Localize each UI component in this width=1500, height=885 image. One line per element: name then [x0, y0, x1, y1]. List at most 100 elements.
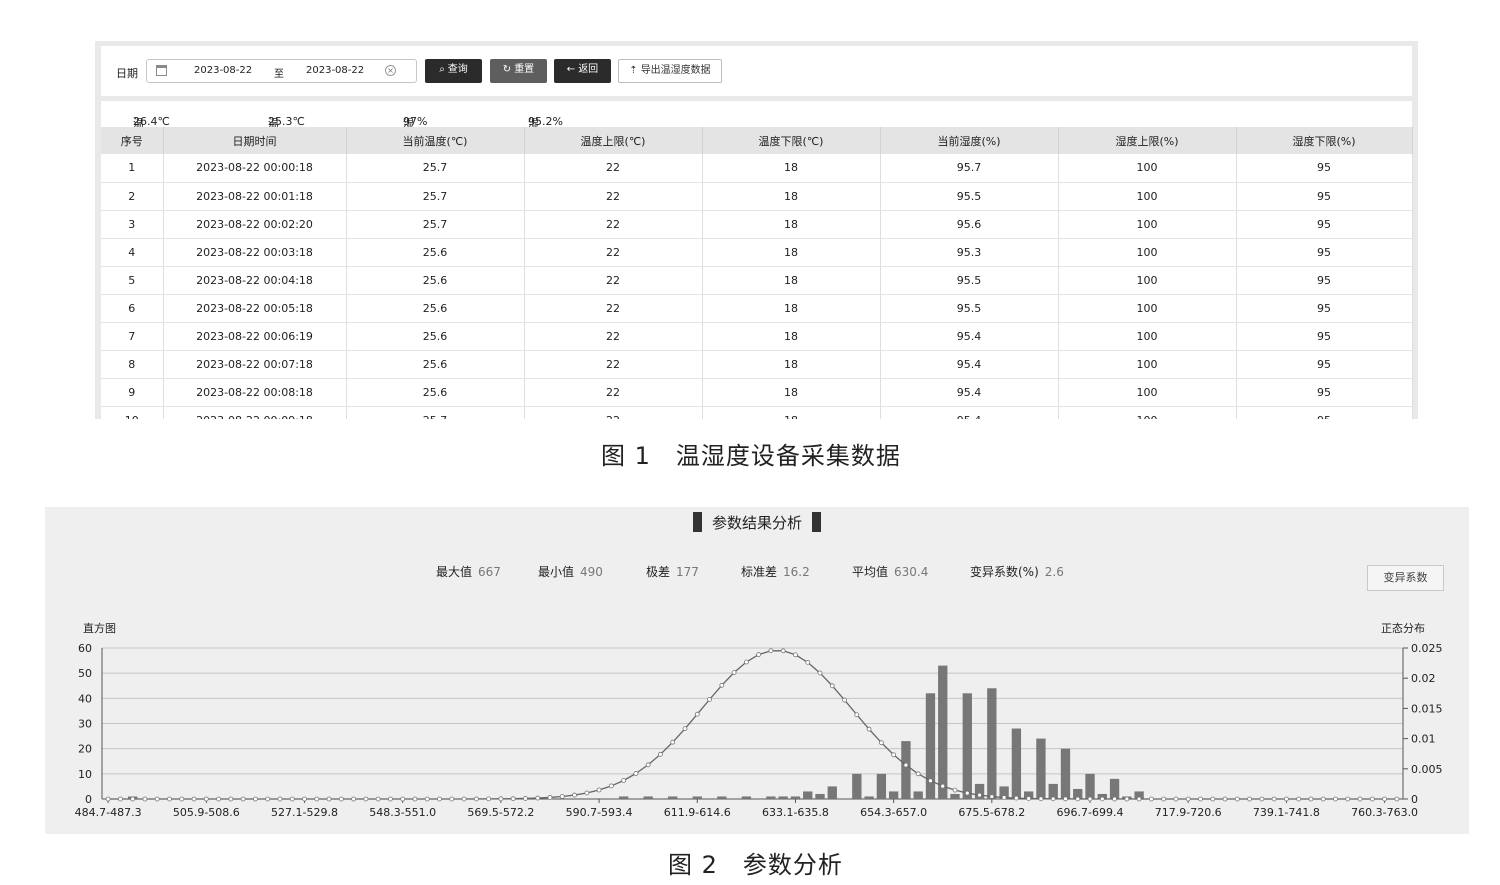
table-cell: 25.6	[346, 294, 525, 323]
table-cell: 25.6	[346, 378, 525, 407]
table-cell: 2023-08-22 00:01:18	[163, 182, 347, 211]
curve-point	[388, 796, 393, 802]
curve-point	[203, 796, 209, 802]
curve-point	[240, 796, 246, 802]
x-tick-label: 484.7-487.3	[75, 806, 142, 819]
table-cell: 22	[524, 350, 703, 379]
table-row[interactable]: 2 2023-08-22 00:01:18 25.7 22 18 95.5 100 95	[101, 182, 1413, 211]
curve-point	[1234, 796, 1240, 802]
reset-button[interactable]: ↻ 重置	[490, 59, 547, 83]
curve-point	[928, 778, 933, 784]
table-cell: 100	[1058, 210, 1237, 239]
curve-point	[891, 752, 897, 758]
table-cell: 95	[1236, 378, 1413, 407]
table-cell: 2023-08-22 00:00:18	[163, 154, 347, 183]
export-button[interactable]: ⇡ 导出温湿度数据	[618, 59, 722, 83]
back-button[interactable]: ← 返回	[554, 59, 611, 83]
table-cell: 2023-08-22 00:09:18	[163, 406, 347, 419]
curve-point	[1099, 796, 1105, 802]
table-cell: 25.7	[346, 210, 525, 239]
query-button[interactable]: ⌕ 查询	[425, 59, 482, 83]
query-button-label: 查询	[447, 64, 468, 75]
curve-point	[756, 652, 762, 657]
table-row[interactable]: 102023-08-22 00:09:1825.7221895.410095	[101, 406, 1413, 419]
y-tick-label: 50	[78, 667, 92, 680]
table-cell: 18	[702, 350, 881, 379]
column-header: 湿度上限(%)	[1058, 127, 1237, 154]
table-row[interactable]: 6 2023-08-22 00:05:18 25.6 22 18 95.5 100 95	[101, 294, 1413, 323]
x-tick-label: 590.7-593.4	[566, 806, 633, 819]
table-cell: 100	[1058, 378, 1237, 407]
curve-point	[412, 796, 418, 802]
curve-point	[559, 794, 565, 799]
histogram-bar	[827, 786, 837, 799]
table-row[interactable]: 7 2023-08-22 00:06:19 25.6 22 18 95.4 100 95	[101, 322, 1413, 351]
curve-point	[878, 740, 884, 746]
curve-point	[265, 796, 271, 802]
histogram-bar	[913, 791, 923, 799]
histogram-bar	[643, 796, 653, 799]
curve-point	[1038, 796, 1044, 802]
table-row[interactable]: 4 2023-08-22 00:03:18 25.6 22 18 95.3 100 95	[101, 238, 1413, 267]
table-row[interactable]: 5 2023-08-22 00:04:18 25.6 22 18 95.5 100 95	[101, 266, 1413, 295]
table-cell: 25.7	[346, 182, 525, 211]
start-date-input[interactable]: 2023-08-22	[194, 65, 252, 76]
curve-point	[572, 792, 577, 798]
table-cell: 22	[524, 154, 703, 183]
curve-point	[1369, 796, 1375, 802]
x-tick-label: 569.5-572.2	[467, 806, 534, 819]
curve-point	[1394, 796, 1400, 802]
table-cell: 95	[1236, 210, 1413, 239]
curve-point	[682, 726, 688, 732]
curve-point	[989, 794, 995, 799]
histogram-bar	[950, 793, 960, 799]
curve-point	[216, 796, 221, 802]
curve-point	[1063, 796, 1068, 802]
curve-point	[719, 682, 725, 688]
clear-icon[interactable]: ×	[385, 65, 396, 76]
histogram-bar	[790, 796, 801, 799]
histogram-bar	[938, 665, 948, 799]
curve-point	[400, 796, 406, 802]
table-cell: 100	[1058, 294, 1237, 323]
y2-tick-label: 0.02	[1411, 672, 1436, 685]
upload-icon: ⇡	[629, 65, 638, 76]
table-cell: 25.6	[346, 322, 525, 351]
curve-point	[596, 787, 602, 793]
curve-point	[1247, 796, 1252, 802]
table-cell: 100	[1058, 406, 1237, 419]
histogram-bar	[962, 693, 972, 799]
curve-point	[314, 796, 320, 802]
table-cell: 25.7	[346, 154, 525, 183]
curve-point	[903, 762, 909, 768]
refresh-icon: ↻	[502, 64, 512, 75]
curve-point	[1210, 796, 1216, 802]
table-row[interactable]: 8 2023-08-22 00:07:18 25.6 22 18 95.4 100 95	[101, 350, 1413, 379]
x-tick-label: 717.9-720.6	[1155, 806, 1222, 819]
curve-point	[805, 659, 811, 665]
date-range-picker[interactable]: 2023-08-22 至 2023-08-22 ×	[146, 59, 417, 83]
table-row[interactable]: 1 2023-08-22 00:00:18 25.7 22 18 95.7 100 95	[101, 154, 1413, 183]
table-cell: 25.6	[346, 238, 525, 267]
end-date-input[interactable]: 2023-08-22	[306, 65, 364, 76]
table-cell: 100	[1058, 238, 1237, 267]
table-row[interactable]: 3 2023-08-22 00:02:20 25.7 22 18 95.6 100 95	[101, 210, 1413, 239]
table-cell: 2023-08-22 00:06:19	[163, 322, 347, 351]
table-cell: 2023-08-22 00:08:18	[163, 378, 347, 407]
histogram-bar	[1109, 778, 1120, 799]
curve-point	[1284, 796, 1289, 802]
table-cell: 95	[1236, 406, 1413, 419]
table-cell: 95.5	[880, 182, 1059, 211]
curve-point	[1271, 796, 1277, 802]
curve-point	[1198, 796, 1203, 802]
table-cell: 95	[1236, 322, 1413, 351]
curve-point	[645, 762, 651, 768]
table-cell: 100	[1058, 350, 1237, 379]
table-cell: 7	[101, 322, 164, 351]
curve-point	[842, 697, 847, 703]
curve-point	[1222, 796, 1228, 802]
table-cell: 4	[101, 238, 164, 267]
table-cell: 9	[101, 378, 164, 407]
table-row[interactable]: 9 2023-08-22 00:08:18 25.6 22 18 95.4 100 95	[101, 378, 1413, 407]
table-cell: 18	[702, 210, 881, 239]
